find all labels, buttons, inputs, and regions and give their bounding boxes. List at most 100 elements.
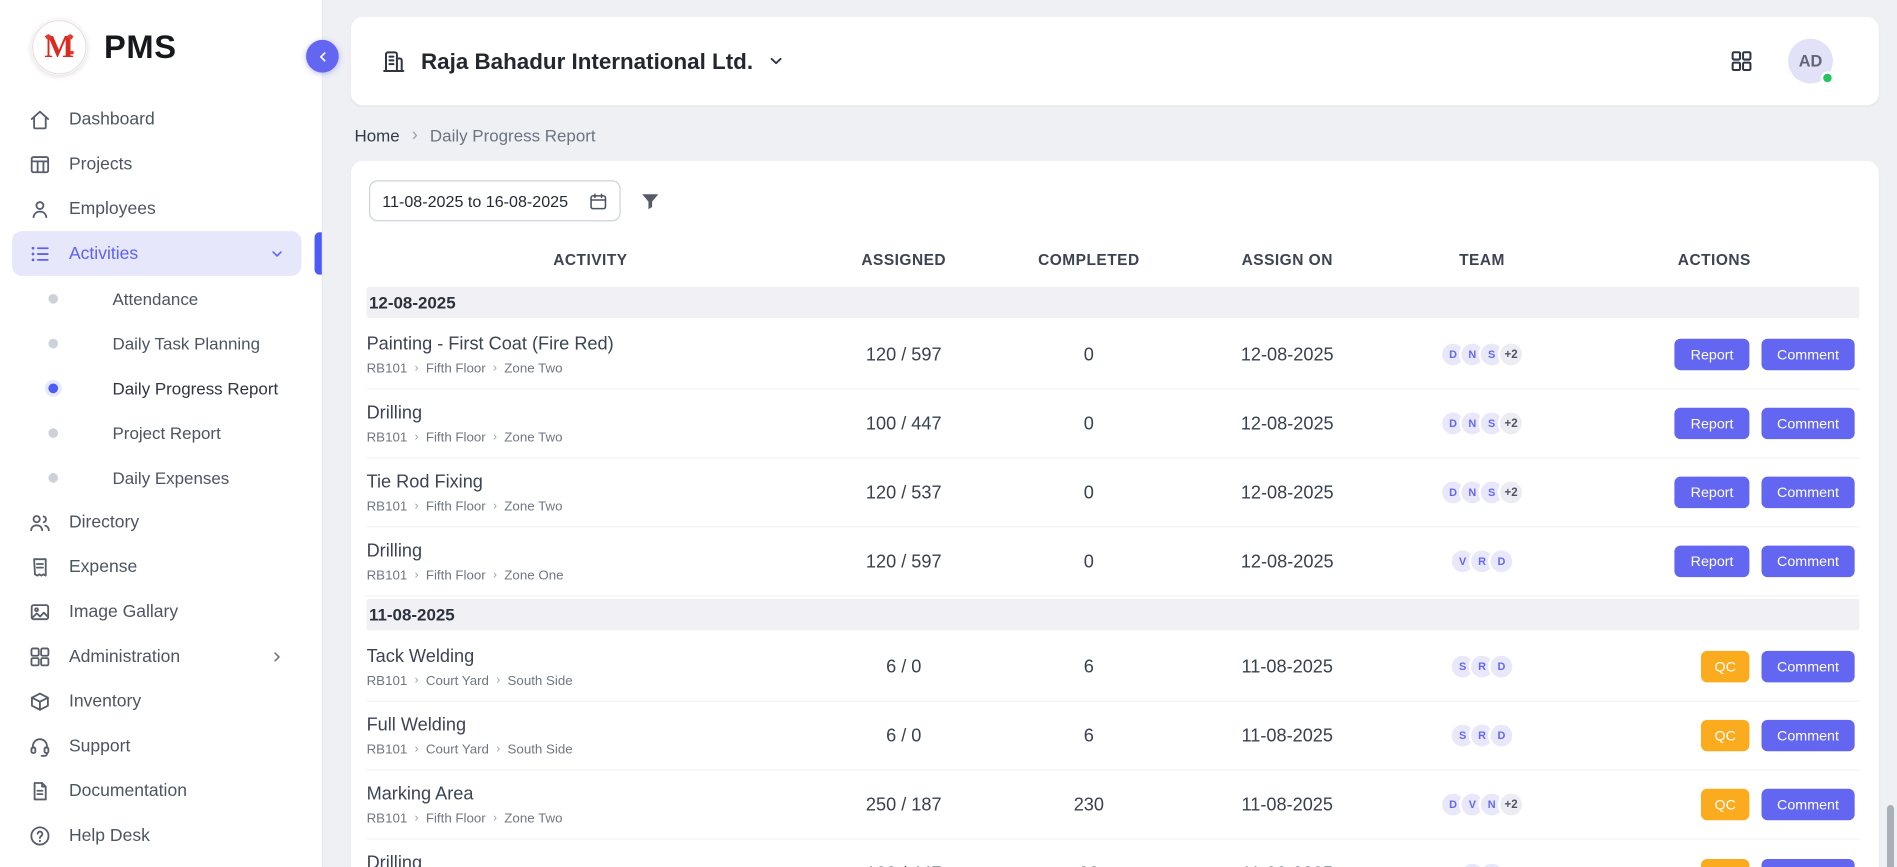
date-group-header: 12-08-2025 — [367, 287, 1860, 318]
nav-label: Expense — [69, 557, 286, 576]
path-segment: Zone Two — [504, 499, 562, 514]
path-segment: Zone One — [504, 568, 563, 583]
user-avatar[interactable]: AD — [1788, 39, 1833, 84]
comment-button[interactable]: Comment — [1761, 789, 1854, 820]
comment-button[interactable]: Comment — [1761, 408, 1854, 439]
sidebar-subitem-project-report[interactable]: Project Report — [0, 410, 322, 455]
team-overflow-badge[interactable]: +2 — [1498, 410, 1525, 437]
report-button[interactable]: Report — [1675, 408, 1749, 439]
path-separator-icon: › — [493, 431, 497, 444]
nav-label: Activities — [69, 244, 269, 263]
report-button[interactable]: Report — [1675, 546, 1749, 577]
team-member-avatar[interactable]: D — [1488, 653, 1515, 680]
assigned-value: 120 / 537 — [814, 482, 993, 503]
completed-value: 0 — [993, 344, 1184, 365]
sidebar-nav: Dashboard Projects Employees Activities … — [0, 82, 322, 857]
sidebar-item-activities[interactable]: Activities — [12, 231, 301, 276]
qc-button[interactable]: QC — [1701, 789, 1749, 820]
team-member-avatar[interactable]: D — [1488, 548, 1515, 575]
team-member-avatar[interactable]: R — [1478, 861, 1505, 867]
path-separator-icon: › — [415, 500, 419, 513]
comment-button[interactable]: Comment — [1761, 477, 1854, 508]
completed-value: 6 — [993, 656, 1184, 677]
breadcrumb-separator-icon: › — [412, 125, 418, 146]
support-icon — [28, 734, 52, 758]
sidebar-item-directory[interactable]: Directory — [12, 500, 301, 545]
employees-icon — [28, 197, 52, 221]
breadcrumb-home[interactable]: Home — [354, 125, 399, 144]
sidebar-subitem-daily-progress-report[interactable]: Daily Progress Report — [0, 365, 322, 410]
assigned-value: 120 / 597 — [814, 551, 993, 572]
app-logo[interactable]: M PMS — [0, 0, 322, 82]
sidebar-item-inventory[interactable]: Inventory — [12, 679, 301, 724]
table-row: Drilling RB101›Fifth Floor›Zone Two 120 … — [367, 840, 1860, 867]
activity-name: Drilling — [367, 853, 803, 867]
assigned-value: 100 / 447 — [814, 413, 993, 434]
qc-button[interactable]: QC — [1701, 651, 1749, 682]
sidebar-item-documentation[interactable]: Documentation — [12, 768, 301, 813]
chevron-left-icon — [314, 48, 331, 65]
team-overflow-badge[interactable]: +2 — [1498, 791, 1525, 818]
qc-button[interactable]: QC — [1701, 858, 1749, 867]
activity-path: RB101›Fifth Floor›Zone Two — [367, 811, 803, 826]
team-overflow-badge[interactable]: +2 — [1498, 341, 1525, 368]
path-separator-icon: › — [496, 743, 500, 756]
sub-label: Daily Expenses — [113, 468, 230, 487]
report-button[interactable]: Report — [1675, 477, 1749, 508]
sidebar-item-image-gallary[interactable]: Image Gallary — [12, 589, 301, 634]
sidebar-subitem-daily-task-planning[interactable]: Daily Task Planning — [0, 321, 322, 366]
sidebar-collapse-button[interactable] — [306, 40, 339, 73]
team-overflow-badge[interactable]: +2 — [1498, 479, 1525, 506]
sub-label: Daily Progress Report — [113, 378, 279, 397]
chevron-down-icon — [269, 245, 286, 262]
breadcrumb: Home › Daily Progress Report — [354, 125, 1878, 146]
comment-button[interactable]: Comment — [1761, 651, 1854, 682]
group-date: 12-08-2025 — [369, 293, 456, 312]
path-separator-icon: › — [415, 431, 419, 444]
bullet-dot-icon — [48, 338, 58, 348]
comment-button[interactable]: Comment — [1761, 858, 1854, 867]
path-separator-icon: › — [493, 812, 497, 825]
main-content: Raja Bahadur International Ltd. AD Home … — [323, 0, 1897, 867]
sidebar-subitem-daily-expenses[interactable]: Daily Expenses — [0, 455, 322, 500]
column-header-activity: ACTIVITY — [367, 250, 815, 268]
comment-button[interactable]: Comment — [1761, 720, 1854, 751]
top-header: Raja Bahadur International Ltd. AD — [351, 17, 1879, 105]
bullet-dot-icon — [48, 472, 58, 482]
expense-icon — [28, 555, 52, 579]
sidebar-subitem-attendance[interactable]: Attendance — [0, 276, 322, 321]
path-segment: Court Yard — [426, 742, 489, 757]
activity-name: Full Welding — [367, 714, 803, 735]
activity-cell: Drilling RB101›Fifth Floor›Zone Two — [367, 853, 815, 867]
home-icon — [28, 107, 52, 131]
comment-button[interactable]: Comment — [1761, 546, 1854, 577]
team-avatars: NR — [1390, 861, 1574, 867]
sidebar-item-support[interactable]: Support — [12, 723, 301, 768]
comment-button[interactable]: Comment — [1761, 339, 1854, 370]
avatar-initials: AD — [1799, 52, 1823, 70]
row-actions: Report Comment — [1574, 339, 1855, 370]
apps-grid-icon[interactable] — [1729, 48, 1754, 73]
sidebar-item-expense[interactable]: Expense — [12, 544, 301, 589]
sidebar-item-projects[interactable]: Projects — [12, 142, 301, 187]
team-member-avatar[interactable]: D — [1488, 722, 1515, 749]
sidebar-item-administration[interactable]: Administration — [12, 634, 301, 679]
projects-icon — [28, 152, 52, 176]
activity-path: RB101›Fifth Floor›Zone Two — [367, 499, 803, 514]
scrollbar[interactable] — [1887, 805, 1894, 867]
path-separator-icon: › — [493, 500, 497, 513]
report-button[interactable]: Report — [1675, 339, 1749, 370]
path-segment: Court Yard — [426, 673, 489, 688]
sidebar-item-dashboard[interactable]: Dashboard — [12, 97, 301, 142]
date-range-value[interactable] — [382, 192, 580, 210]
company-selector[interactable]: Raja Bahadur International Ltd. — [380, 48, 786, 75]
table-row: Full Welding RB101›Court Yard›South Side… — [367, 702, 1860, 771]
sidebar-item-employees[interactable]: Employees — [12, 186, 301, 231]
column-header-assigned: ASSIGNED — [814, 250, 993, 268]
sidebar-item-help-desk[interactable]: Help Desk — [12, 813, 301, 858]
date-range-input[interactable] — [369, 180, 621, 221]
qc-button[interactable]: QC — [1701, 720, 1749, 751]
row-actions: Report Comment — [1574, 546, 1855, 577]
filter-icon[interactable] — [639, 189, 662, 212]
nav-label: Help Desk — [69, 826, 286, 845]
